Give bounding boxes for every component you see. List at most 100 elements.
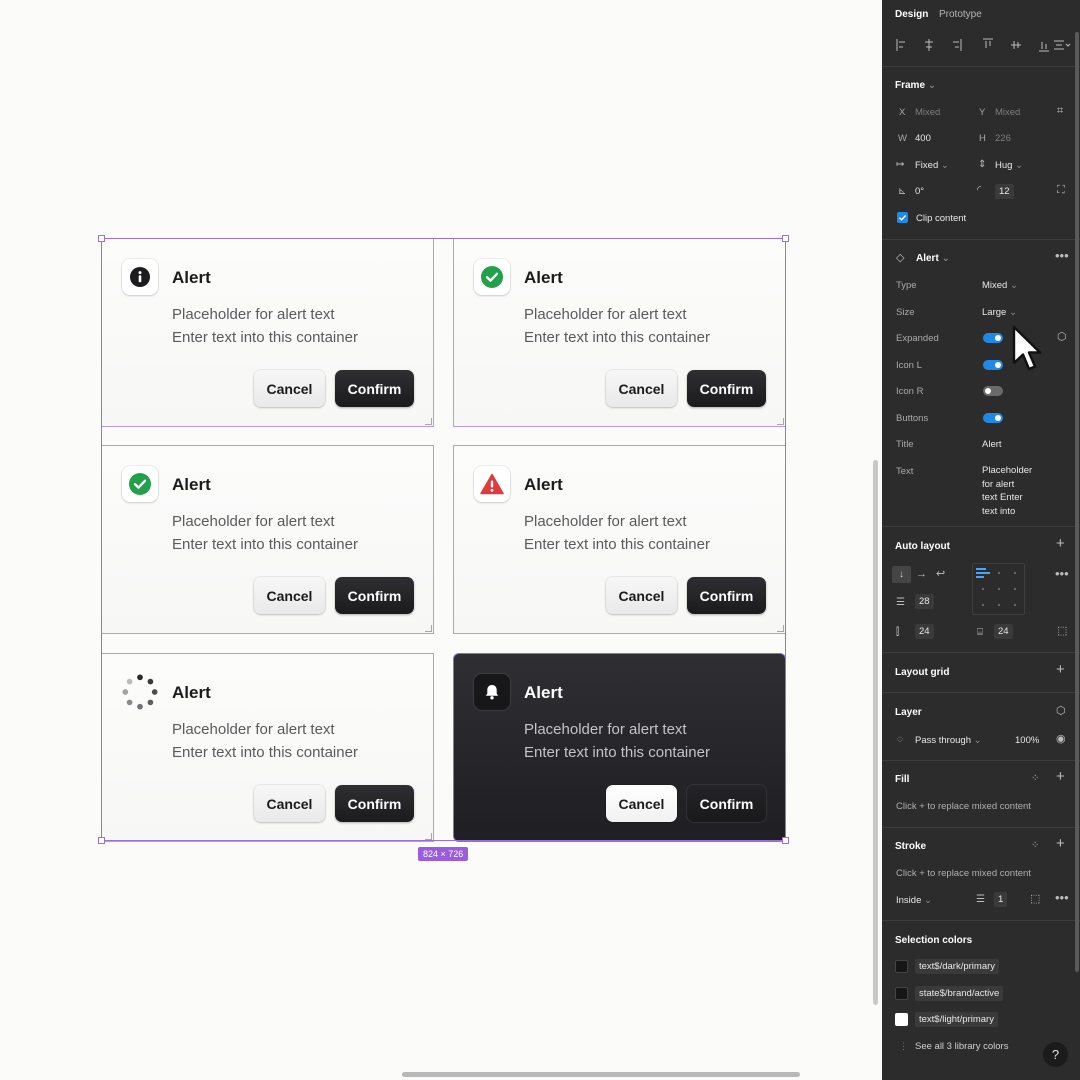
h-label: H (979, 133, 986, 144)
gap-icon: ☰ (896, 597, 905, 608)
divider (882, 692, 1080, 693)
fill-styles-icon[interactable]: ⁘ (1031, 773, 1039, 784)
w-label: W (898, 133, 907, 144)
see-all-library-colors-link[interactable]: See all 3 library colors (915, 1041, 1008, 1052)
horizontal-direction-icon[interactable]: → (916, 569, 927, 580)
prop-text-label: Text (896, 466, 914, 477)
divider (882, 652, 1080, 653)
width-mode-select[interactable]: Fixed ⌄ (915, 160, 949, 171)
layer-mask-icon[interactable]: ⬡ (1056, 706, 1066, 717)
alignment-toolbar (895, 37, 1075, 53)
visibility-eye-icon[interactable]: ◉ (1056, 734, 1066, 745)
divider (882, 920, 1080, 921)
resize-handle-top-left[interactable] (98, 235, 105, 242)
resize-handle-top-right[interactable] (782, 235, 789, 242)
color-swatch[interactable] (895, 1013, 908, 1026)
stroke-title: Stroke (895, 841, 927, 852)
y-label: Y (979, 107, 986, 118)
y-input[interactable]: Mixed (995, 107, 1020, 118)
rotation-input[interactable]: 0° (915, 186, 924, 197)
stroke-position-select[interactable]: Inside ⌄ (896, 895, 932, 906)
prop-buttons-toggle[interactable] (983, 413, 1003, 423)
prop-title-input[interactable]: Alert (982, 439, 1002, 450)
position-constraints-icon[interactable]: ⌗ (1057, 106, 1063, 117)
add-layout-grid-icon[interactable]: + (1056, 662, 1065, 677)
more-options-icon[interactable]: ••• (1055, 249, 1069, 262)
x-input[interactable]: Mixed (915, 107, 940, 118)
color-swatch[interactable] (895, 987, 908, 1000)
design-panel: Design Prototype Frame ⌄ X Mixed Y Mixed… (882, 0, 1080, 1080)
prop-type-select[interactable]: Mixed ⌄ (982, 280, 1018, 291)
stroke-styles-icon[interactable]: ⁘ (1031, 840, 1039, 851)
resize-handle-bottom-left[interactable] (98, 837, 105, 844)
fill-title: Fill (895, 774, 910, 785)
divider (882, 66, 1080, 67)
horizontal-padding-input[interactable]: 24 (915, 624, 934, 639)
selection-colors-title: Selection colors (895, 935, 973, 946)
add-fill-icon[interactable]: + (1056, 769, 1065, 784)
prop-icon-l-toggle[interactable] (983, 360, 1003, 370)
auto-layout-title: Auto layout (895, 541, 950, 552)
vertical-resize-icon: ⇕ (978, 159, 987, 170)
horizontal-scrollbar[interactable] (402, 1072, 800, 1077)
stroke-weight-icon: ☰ (976, 894, 985, 905)
layer-title: Layer (895, 707, 922, 718)
resize-handle-bottom-right[interactable] (782, 837, 789, 844)
component-instance-icon: ◇ (896, 252, 905, 264)
independent-corners-icon[interactable]: ⛶ (1057, 185, 1065, 196)
width-input[interactable]: 400 (915, 133, 931, 144)
blend-mode-select[interactable]: Pass through ⌄ (915, 735, 982, 746)
help-button[interactable]: ? (1043, 1042, 1068, 1067)
horizontal-resize-icon: ↦ (896, 159, 905, 170)
horizontal-padding-icon: ⫿ (896, 627, 900, 638)
prop-text-input[interactable]: Placeholder for alert text Enter text in… (982, 464, 1032, 518)
height-mode-select[interactable]: Hug ⌄ (995, 160, 1023, 171)
divider (882, 827, 1080, 828)
selection-color-item[interactable]: text$/dark/primary (915, 959, 1000, 974)
selection-color-item[interactable]: state$/brand/active (915, 986, 1004, 1001)
add-auto-layout-icon[interactable]: + (1056, 536, 1065, 551)
prop-icon-l-label: Icon L (896, 360, 922, 371)
clip-content-checkbox[interactable] (897, 212, 908, 223)
selection-size-badge: 824 × 726 (418, 847, 469, 861)
wrap-direction-icon[interactable]: ↩ (936, 569, 945, 580)
divider (882, 760, 1080, 761)
tab-design[interactable]: Design (895, 9, 928, 20)
design-canvas[interactable]: Alert Placeholder for alert text Enter te… (0, 0, 882, 1080)
prop-expanded-toggle[interactable] (983, 333, 1003, 343)
alignment-grid[interactable] (972, 563, 1025, 615)
layout-grid-title: Layout grid (895, 667, 950, 678)
vertical-padding-icon: ⌸ (977, 627, 983, 638)
stroke-more-icon[interactable]: ••• (1055, 891, 1069, 904)
rotation-icon: ⊾ (898, 186, 907, 197)
mouse-pointer-icon (1012, 325, 1042, 378)
opacity-input[interactable]: 100% (1015, 735, 1039, 746)
prop-title-label: Title (896, 439, 914, 450)
tab-prototype[interactable]: Prototype (939, 9, 982, 20)
color-swatch[interactable] (895, 960, 908, 973)
component-settings-icon[interactable]: ⬡ (1057, 332, 1067, 343)
individual-strokes-icon[interactable]: ⬚ (1030, 894, 1040, 905)
auto-layout-more-icon[interactable]: ••• (1055, 567, 1069, 580)
blend-mode-icon: ◌ (897, 734, 903, 745)
frame-section-title[interactable]: Frame ⌄ (895, 80, 936, 91)
gap-input[interactable]: 28 (915, 594, 934, 609)
selection-color-item[interactable]: text$/light/primary (915, 1012, 998, 1027)
individual-padding-icon[interactable]: ⬚ (1057, 626, 1067, 637)
x-label: X (899, 107, 906, 118)
corner-radius-input[interactable]: 12 (995, 184, 1014, 199)
prop-expanded-label: Expanded (896, 333, 939, 344)
add-stroke-icon[interactable]: + (1056, 836, 1065, 851)
prop-size-label: Size (896, 307, 915, 318)
component-title[interactable]: Alert ⌄ (916, 253, 950, 264)
vertical-scrollbar[interactable] (873, 460, 878, 1005)
prop-icon-r-label: Icon R (896, 386, 924, 397)
prop-size-select[interactable]: Large ⌄ (982, 307, 1017, 318)
clip-content-label: Clip content (916, 213, 967, 224)
stroke-weight-input[interactable]: 1 (994, 892, 1008, 907)
height-input[interactable]: 226 (995, 133, 1011, 144)
prop-icon-r-toggle[interactable] (983, 386, 1003, 396)
panel-scrollbar[interactable] (1075, 32, 1079, 972)
vertical-padding-input[interactable]: 24 (994, 624, 1013, 639)
vertical-direction-icon[interactable]: ↓ (892, 566, 911, 583)
